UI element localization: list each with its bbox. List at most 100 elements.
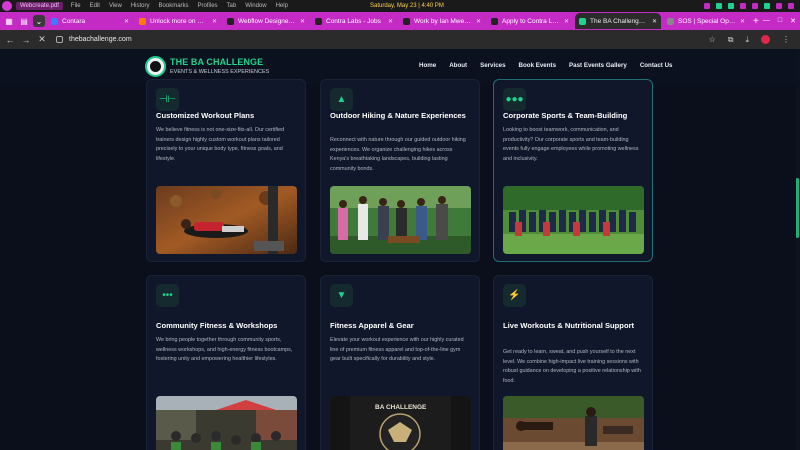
service-title: Live Workouts & Nutritional Support bbox=[503, 321, 635, 330]
service-description: Elevate your workout experience with our… bbox=[330, 337, 464, 362]
maximize-icon[interactable]: □ bbox=[778, 17, 782, 25]
corporate-team-photo bbox=[503, 186, 644, 254]
tab-search-chevron-icon[interactable]: ⌄ bbox=[33, 15, 45, 27]
site-nav: Home About Services Book Events Past Eve… bbox=[419, 62, 685, 69]
tab-contra-jobs[interactable]: Contra Labs - Jobs ✕ bbox=[311, 13, 397, 29]
tab-ba-challenge[interactable]: The BA Challenge | Fitness✕ bbox=[575, 13, 661, 29]
tab-unlock-more[interactable]: Unlock more on Contra✕ bbox=[135, 13, 221, 29]
extensions-icon[interactable]: ⧉ bbox=[728, 35, 734, 45]
shirt-icon: ▼ bbox=[330, 284, 353, 307]
favicon-icon bbox=[403, 17, 410, 25]
close-tab-icon[interactable]: ✕ bbox=[388, 18, 393, 25]
app-launcher-icon[interactable] bbox=[2, 1, 12, 11]
pause-icon[interactable] bbox=[716, 3, 722, 9]
volume-icon[interactable] bbox=[752, 3, 758, 9]
media-icon[interactable] bbox=[728, 3, 734, 9]
close-tab-icon[interactable]: ✕ bbox=[212, 18, 217, 25]
menu-view[interactable]: View bbox=[109, 3, 122, 9]
address-bar[interactable]: thebachallenge.com bbox=[56, 36, 132, 43]
web-page: THE BA CHALLENGE EVENTS & WELLNESS EXPER… bbox=[0, 49, 800, 450]
system-clock[interactable]: Saturday, May 23 | 4:40 PM bbox=[370, 3, 444, 9]
favicon-icon bbox=[227, 17, 234, 25]
close-tab-icon[interactable]: ✕ bbox=[652, 18, 657, 25]
download-icon[interactable]: ⤓ bbox=[745, 35, 749, 45]
close-tab-icon[interactable]: ✕ bbox=[740, 18, 745, 25]
nav-home[interactable]: Home bbox=[419, 62, 436, 69]
more-menu-icon[interactable]: ⋮ bbox=[782, 35, 790, 44]
favicon-icon bbox=[579, 17, 586, 25]
favicon-icon bbox=[315, 17, 322, 25]
tab-apply-contra[interactable]: Apply to Contra Labs ✕ bbox=[487, 13, 573, 29]
os-top-bar: Webcreate.pdf File Edit View History Boo… bbox=[0, 0, 800, 12]
community-fitness-photo bbox=[156, 396, 297, 450]
nav-services[interactable]: Services bbox=[480, 62, 505, 69]
window-controls: — □ ✕ bbox=[763, 17, 796, 25]
tab-work-by-ian[interactable]: Work by Ian Mwendwa✕ bbox=[399, 13, 485, 29]
power-icon[interactable] bbox=[788, 3, 794, 9]
reload-stop-icon[interactable]: ✕ bbox=[36, 34, 48, 45]
nav-about[interactable]: About bbox=[449, 62, 467, 69]
service-card: ⊣⊢ Customized Workout Plans We believe f… bbox=[146, 79, 306, 262]
people-icon: ••• bbox=[156, 284, 179, 307]
bluetooth-icon[interactable] bbox=[740, 3, 746, 9]
menu-edit[interactable]: Edit bbox=[90, 3, 100, 9]
favicon-icon bbox=[667, 17, 674, 25]
close-tab-icon[interactable]: ✕ bbox=[124, 18, 129, 25]
nav-contact-us[interactable]: Contact Us bbox=[640, 62, 673, 69]
dumbbell-icon: ⊣⊢ bbox=[156, 88, 179, 111]
favicon-icon bbox=[51, 17, 58, 25]
minimize-icon[interactable]: — bbox=[763, 17, 770, 25]
tray-app-icon[interactable] bbox=[704, 3, 710, 9]
service-description: Looking to boost teamwork, communication… bbox=[503, 127, 639, 162]
toolbar-actions: ☆ ⧉ ⤓ ⋮ bbox=[709, 35, 790, 45]
nav-book-events[interactable]: Book Events bbox=[519, 62, 556, 69]
menu-bookmarks[interactable]: Bookmarks bbox=[159, 3, 189, 9]
tab-contara[interactable]: Contara ✕ bbox=[47, 13, 133, 29]
site-tagline: EVENTS & WELLNESS EXPERIENCES bbox=[170, 69, 270, 75]
wifi-icon[interactable] bbox=[764, 3, 770, 9]
page-scrollbar[interactable] bbox=[796, 49, 800, 450]
page-scrollbar-thumb[interactable] bbox=[796, 178, 799, 238]
service-card: ●●● Corporate Sports & Team-Building Loo… bbox=[493, 79, 653, 262]
battery-icon[interactable] bbox=[776, 3, 782, 9]
service-description: Get ready to learn, sweat, and push your… bbox=[503, 349, 641, 384]
browser-tab-strip: ▦ ▤ ⌄ Contara✕ Unlock more on Contra✕ We… bbox=[0, 12, 800, 30]
service-card: ⚡ Live Workouts & Nutritional Support Ge… bbox=[493, 275, 653, 450]
close-tab-icon[interactable]: ✕ bbox=[300, 18, 305, 25]
menu-history[interactable]: History bbox=[131, 3, 150, 9]
menu-window[interactable]: Window bbox=[245, 3, 266, 9]
close-tab-icon[interactable]: ✕ bbox=[476, 18, 481, 25]
service-description: Reconnect with nature through our guided… bbox=[330, 137, 466, 172]
service-title: Fitness Apparel & Gear bbox=[330, 321, 414, 330]
site-info-icon[interactable] bbox=[56, 36, 63, 43]
service-title: Corporate Sports & Team-Building bbox=[503, 111, 628, 120]
active-window-title: Webcreate.pdf bbox=[16, 2, 63, 10]
logo-emblem-icon bbox=[150, 61, 161, 72]
service-description: We believe fitness is not one-size-fits-… bbox=[156, 127, 285, 162]
service-title: Customized Workout Plans bbox=[156, 111, 255, 120]
apparel-print-text: BA CHALLENGE bbox=[375, 404, 427, 411]
nav-past-events-gallery[interactable]: Past Events Gallery bbox=[569, 62, 627, 69]
group-icon: ●●● bbox=[503, 88, 526, 111]
menu-file[interactable]: File bbox=[71, 3, 81, 9]
tab-webflow-designer[interactable]: Webflow Designer on Contra✕ bbox=[223, 13, 309, 29]
tab-sos[interactable]: SOS | Special Operations✕ bbox=[663, 13, 749, 29]
site-brand[interactable]: THE BA CHALLENGE bbox=[170, 57, 263, 67]
back-icon[interactable]: ← bbox=[4, 35, 16, 45]
service-card: ▲ Outdoor Hiking & Nature Experiences Re… bbox=[320, 79, 480, 262]
bolt-icon: ⚡ bbox=[503, 284, 526, 307]
menu-tab[interactable]: Tab bbox=[227, 3, 237, 9]
workout-photo bbox=[156, 186, 297, 254]
tab-group-icon[interactable]: ▦ bbox=[3, 15, 15, 27]
close-window-icon[interactable]: ✕ bbox=[790, 17, 796, 25]
menu-help[interactable]: Help bbox=[276, 3, 288, 9]
menu-profiles[interactable]: Profiles bbox=[198, 3, 218, 9]
bookmark-star-icon[interactable]: ☆ bbox=[709, 35, 716, 44]
close-tab-icon[interactable]: ✕ bbox=[564, 18, 569, 25]
forward-icon[interactable]: → bbox=[20, 35, 32, 45]
profile-avatar[interactable] bbox=[761, 35, 770, 44]
tab-list-icon[interactable]: ▤ bbox=[18, 15, 30, 27]
url-text[interactable]: thebachallenge.com bbox=[69, 36, 132, 43]
site-logo[interactable] bbox=[145, 56, 166, 77]
new-tab-button[interactable]: + bbox=[753, 16, 759, 27]
